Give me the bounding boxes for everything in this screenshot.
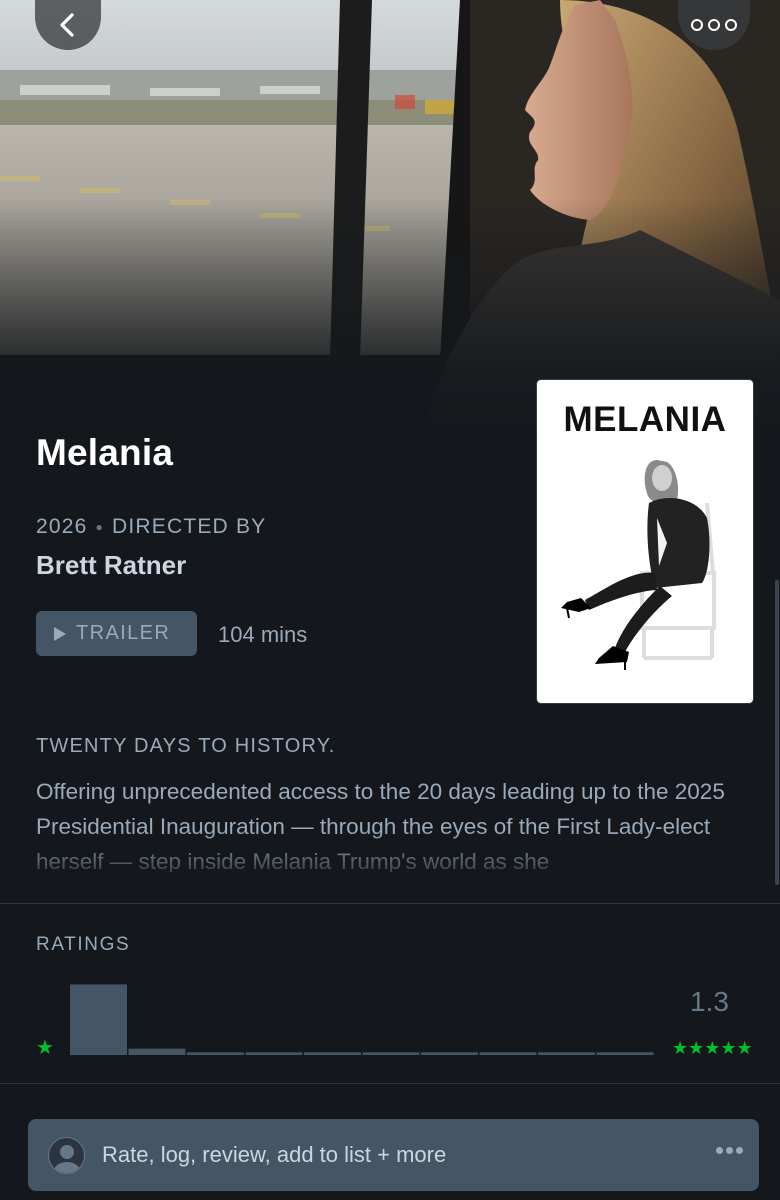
directed-by-label: DIRECTED BY bbox=[111, 515, 267, 538]
ellipsis-icon[interactable] bbox=[716, 1147, 743, 1154]
min-star-label: ★ bbox=[36, 1037, 54, 1059]
histogram-bar[interactable] bbox=[421, 1052, 478, 1055]
histogram-bar[interactable] bbox=[538, 1052, 595, 1055]
poster-figure-image bbox=[561, 460, 716, 670]
histogram-bar[interactable] bbox=[304, 1052, 361, 1055]
ratings-histogram[interactable]: ★ ★★★★★ bbox=[30, 975, 760, 1065]
histogram-bar[interactable] bbox=[245, 1052, 303, 1055]
synopsis[interactable]: Offering unprecedented access to the 20 … bbox=[36, 774, 756, 872]
trailer-button[interactable]: TRAILER bbox=[36, 611, 197, 656]
histogram-bar[interactable] bbox=[362, 1052, 420, 1055]
trailer-label: TRAILER bbox=[76, 622, 171, 644]
histogram-bar[interactable] bbox=[596, 1052, 654, 1055]
divider bbox=[0, 1083, 780, 1084]
histogram-bar[interactable] bbox=[70, 984, 127, 1055]
film-poster[interactable]: MELANIA bbox=[537, 380, 753, 703]
scrollbar[interactable] bbox=[775, 580, 779, 885]
play-icon bbox=[54, 626, 66, 641]
release-year[interactable]: 2026 bbox=[36, 515, 88, 539]
average-rating[interactable]: 1.3 bbox=[690, 986, 729, 1018]
ratings-heading: RATINGS bbox=[36, 934, 131, 955]
film-title: Melania bbox=[36, 432, 174, 473]
hero-backdrop bbox=[0, 0, 780, 440]
rate-log-review-bar[interactable]: Rate, log, review, add to list + more bbox=[28, 1119, 759, 1191]
runtime: 104 mins bbox=[218, 622, 308, 647]
max-stars-label: ★★★★★ bbox=[672, 1038, 753, 1058]
backdrop-image bbox=[0, 0, 780, 440]
user-avatar-icon bbox=[48, 1136, 85, 1174]
ellipsis-icon bbox=[691, 19, 737, 31]
divider bbox=[0, 903, 780, 904]
poster-title: MELANIA bbox=[563, 400, 727, 439]
director-link[interactable]: Brett Ratner bbox=[36, 550, 186, 581]
film-meta: 2026 ● DIRECTED BY bbox=[36, 515, 266, 539]
histogram-bar[interactable] bbox=[479, 1052, 537, 1055]
tagline: TWENTY DAYS TO HISTORY. bbox=[36, 735, 336, 757]
action-bar-label: Rate, log, review, add to list + more bbox=[102, 1142, 447, 1167]
histogram-bar[interactable] bbox=[128, 1048, 186, 1055]
meta-separator: ● bbox=[95, 520, 104, 534]
histogram-bar[interactable] bbox=[187, 1052, 244, 1055]
chevron-left-icon bbox=[60, 13, 74, 37]
